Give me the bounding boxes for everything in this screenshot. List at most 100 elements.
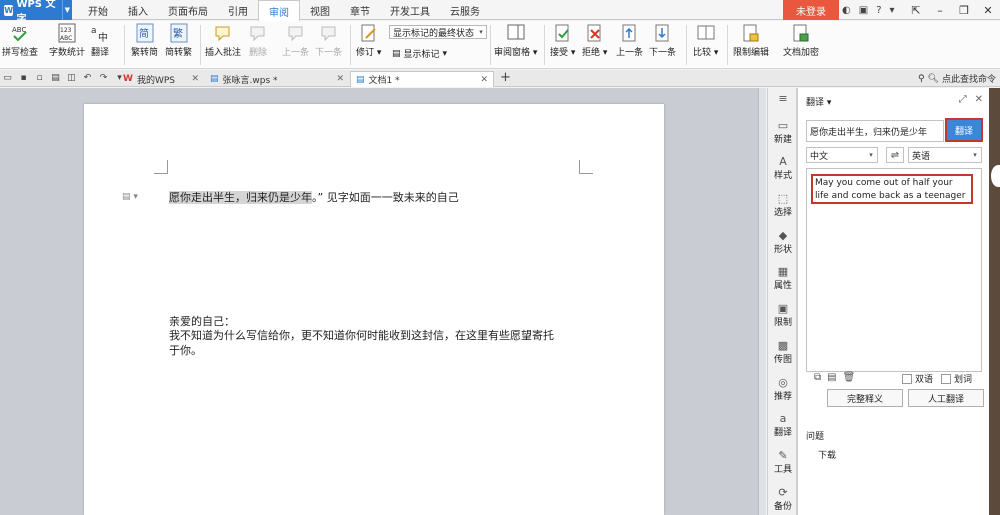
tab-document-1[interactable]: ▤ 文档1 * ✕ [350, 71, 494, 87]
human-translate-button[interactable]: 人工翻译 [908, 389, 984, 407]
expand-icon[interactable]: ⤢ [959, 94, 967, 105]
find-command[interactable]: ⚲ 🔍︎ 点此查找命令 [918, 72, 996, 86]
next-change-button[interactable]: 下一条 [649, 23, 676, 67]
full-definition-button[interactable]: 完整释义 [827, 389, 903, 407]
tab-4[interactable]: 审阅 [258, 0, 300, 21]
print-icon[interactable]: ▤ [50, 72, 61, 84]
undo-icon[interactable]: ↶ [82, 72, 93, 84]
bilingual-checkbox[interactable]: 双语 [902, 372, 933, 385]
spell-check-button[interactable]: ABC 拼写检查 [2, 23, 38, 67]
translate-button[interactable]: 翻译 [945, 118, 983, 142]
folder-icon[interactable]: ▭ [2, 72, 13, 84]
style-icon: A [779, 154, 787, 168]
help-icon[interactable]: ? [876, 5, 881, 16]
tab-2[interactable]: 页面布局 [158, 0, 218, 20]
tab-0[interactable]: 开始 [78, 0, 118, 20]
compare-button[interactable]: 比较 ▾ [693, 23, 718, 67]
minimize-icon[interactable]: – [928, 0, 952, 20]
ribbon: ABC 拼写检查 123 ABC 字数统计 a中 翻译 简 繁转简 繁 简转繁 插… [0, 21, 1000, 69]
export-icon[interactable]: ▫ [34, 72, 45, 84]
pin-icon[interactable]: ⇱ [904, 0, 928, 20]
tab-1[interactable]: 插入 [118, 0, 158, 20]
show-markup-button[interactable]: ▤ 显示标记 ▾ [392, 47, 447, 61]
revise-button[interactable]: 修订 ▾ [356, 23, 381, 67]
side-item-restrict[interactable]: ▣ 限制 [768, 301, 798, 329]
side-item-upload-image[interactable]: ▩ 传图 [768, 338, 798, 366]
reject-button[interactable]: 拒绝 ▾ [582, 23, 607, 67]
vertical-scrollbar[interactable] [758, 88, 766, 515]
side-item-shape[interactable]: ◆ 形状 [768, 228, 798, 256]
side-item-property[interactable]: ▦ 属性 [768, 264, 798, 292]
dropdown-icon[interactable]: ▾ [890, 5, 895, 16]
document-line-3[interactable]: 我不知道为什么写信给你，更不知道你何时能收到这封信，在这里有些愿望寄托 [169, 327, 554, 343]
target-language-select[interactable]: 英语 ▾ [908, 147, 982, 163]
close-icon[interactable]: ✕ [480, 75, 488, 85]
save-icon[interactable]: ▪ [18, 72, 29, 84]
close-icon[interactable]: ✕ [975, 94, 983, 105]
next-comment-button[interactable]: 下一条 [315, 23, 342, 67]
ribbon-separator [544, 25, 545, 65]
markup-state-select[interactable]: 显示标记的最终状态 ▾ [389, 25, 487, 39]
reject-icon [586, 23, 604, 43]
copy-icon[interactable]: ⧉ [814, 372, 821, 383]
panel-toggle-button[interactable] [991, 165, 1000, 187]
side-item-tools[interactable]: ✎ 工具 [768, 448, 798, 476]
login-button[interactable]: 未登录 [783, 0, 839, 20]
prev-change-button[interactable]: 上一条 [616, 23, 643, 67]
document-page[interactable] [84, 104, 664, 515]
side-item-new[interactable]: ▭ 新建 [768, 118, 798, 146]
review-pane-button[interactable]: 审阅窗格 ▾ [494, 23, 537, 67]
review-pane-icon [507, 23, 525, 43]
paragraph-handle-icon[interactable]: ▤ ▾ [122, 192, 138, 202]
restrict-icon: ▣ [777, 301, 789, 315]
tab-document-zhang[interactable]: ▤ 张咏言.wps * ✕ [205, 71, 349, 87]
tab-6[interactable]: 章节 [340, 0, 380, 20]
translation-result-text[interactable]: May you come out of half your life and c… [811, 174, 973, 204]
to-simplified-button[interactable]: 简 繁转简 [131, 23, 158, 67]
tab-my-wps[interactable]: W 我的WPS ✕ [118, 71, 204, 87]
prev-comment-button[interactable]: 上一条 [282, 23, 309, 67]
selected-text[interactable]: 愿你走出半生，归来仍是少年 [169, 191, 312, 204]
delete-comment-button[interactable]: 删除 [249, 23, 267, 67]
side-item-translate[interactable]: a 翻译 [768, 411, 798, 439]
restore-icon[interactable]: ❐ [952, 0, 976, 20]
side-item-menu[interactable]: ≡ [768, 91, 798, 105]
theme-icon[interactable]: ▣ [859, 5, 868, 16]
new-tab-button[interactable]: + [500, 70, 511, 85]
restrict-edit-button[interactable]: 限制编辑 [733, 23, 769, 67]
side-item-style[interactable]: A 样式 [768, 154, 798, 182]
translate-ribbon-button[interactable]: a中 翻译 [91, 23, 109, 67]
skin-icon[interactable]: ◐ [842, 5, 851, 16]
side-item-backup[interactable]: ⟳ 备份 [768, 485, 798, 513]
tab-3[interactable]: 引用 [218, 0, 258, 20]
document-line-1[interactable]: 愿你走出半生，归来仍是少年。” 见字如面一一致未来的自己 [169, 189, 459, 205]
close-icon[interactable]: ✕ [976, 0, 1000, 20]
revise-icon [360, 23, 378, 43]
delete-icon[interactable]: 🗑︎ [843, 372, 856, 383]
preview-icon[interactable]: ◫ [66, 72, 77, 84]
to-traditional-button[interactable]: 繁 简转繁 [165, 23, 192, 67]
source-language-select[interactable]: 中文 ▾ [806, 147, 878, 163]
source-text-input[interactable]: 愿你走出半生，归来仍是少年 [806, 120, 944, 142]
redo-icon[interactable]: ↷ [98, 72, 109, 84]
close-icon[interactable]: ✕ [191, 74, 199, 84]
panel-title[interactable]: 翻译 ▾ [806, 95, 831, 108]
word-count-button[interactable]: 123 ABC 字数统计 [49, 23, 85, 67]
tab-7[interactable]: 开发工具 [380, 0, 440, 20]
accept-button[interactable]: 接受 ▾ [550, 23, 575, 67]
tab-8[interactable]: 云服务 [440, 0, 490, 20]
tab-5[interactable]: 视图 [300, 0, 340, 20]
document-line-4[interactable]: 于你。 [169, 342, 202, 358]
chevron-down-icon[interactable]: ▼ [61, 0, 72, 20]
faq-download-link[interactable]: 下载 [818, 448, 836, 461]
side-item-select[interactable]: ⬚ 选择 [768, 191, 798, 219]
swap-language-button[interactable]: ⇌ [886, 147, 904, 163]
translate-icon: a中 [91, 23, 109, 43]
close-icon[interactable]: ✕ [336, 74, 344, 84]
app-menu-button[interactable]: W WPS 文字 ▼ [0, 0, 72, 25]
side-item-recommend[interactable]: ◎ 推荐 [768, 375, 798, 403]
insert-comment-button[interactable]: 插入批注 [205, 23, 241, 67]
word-translate-checkbox[interactable]: 划词 [941, 372, 972, 385]
insert-icon[interactable]: ▤ [827, 372, 836, 383]
encrypt-button[interactable]: 文档加密 [783, 23, 819, 67]
